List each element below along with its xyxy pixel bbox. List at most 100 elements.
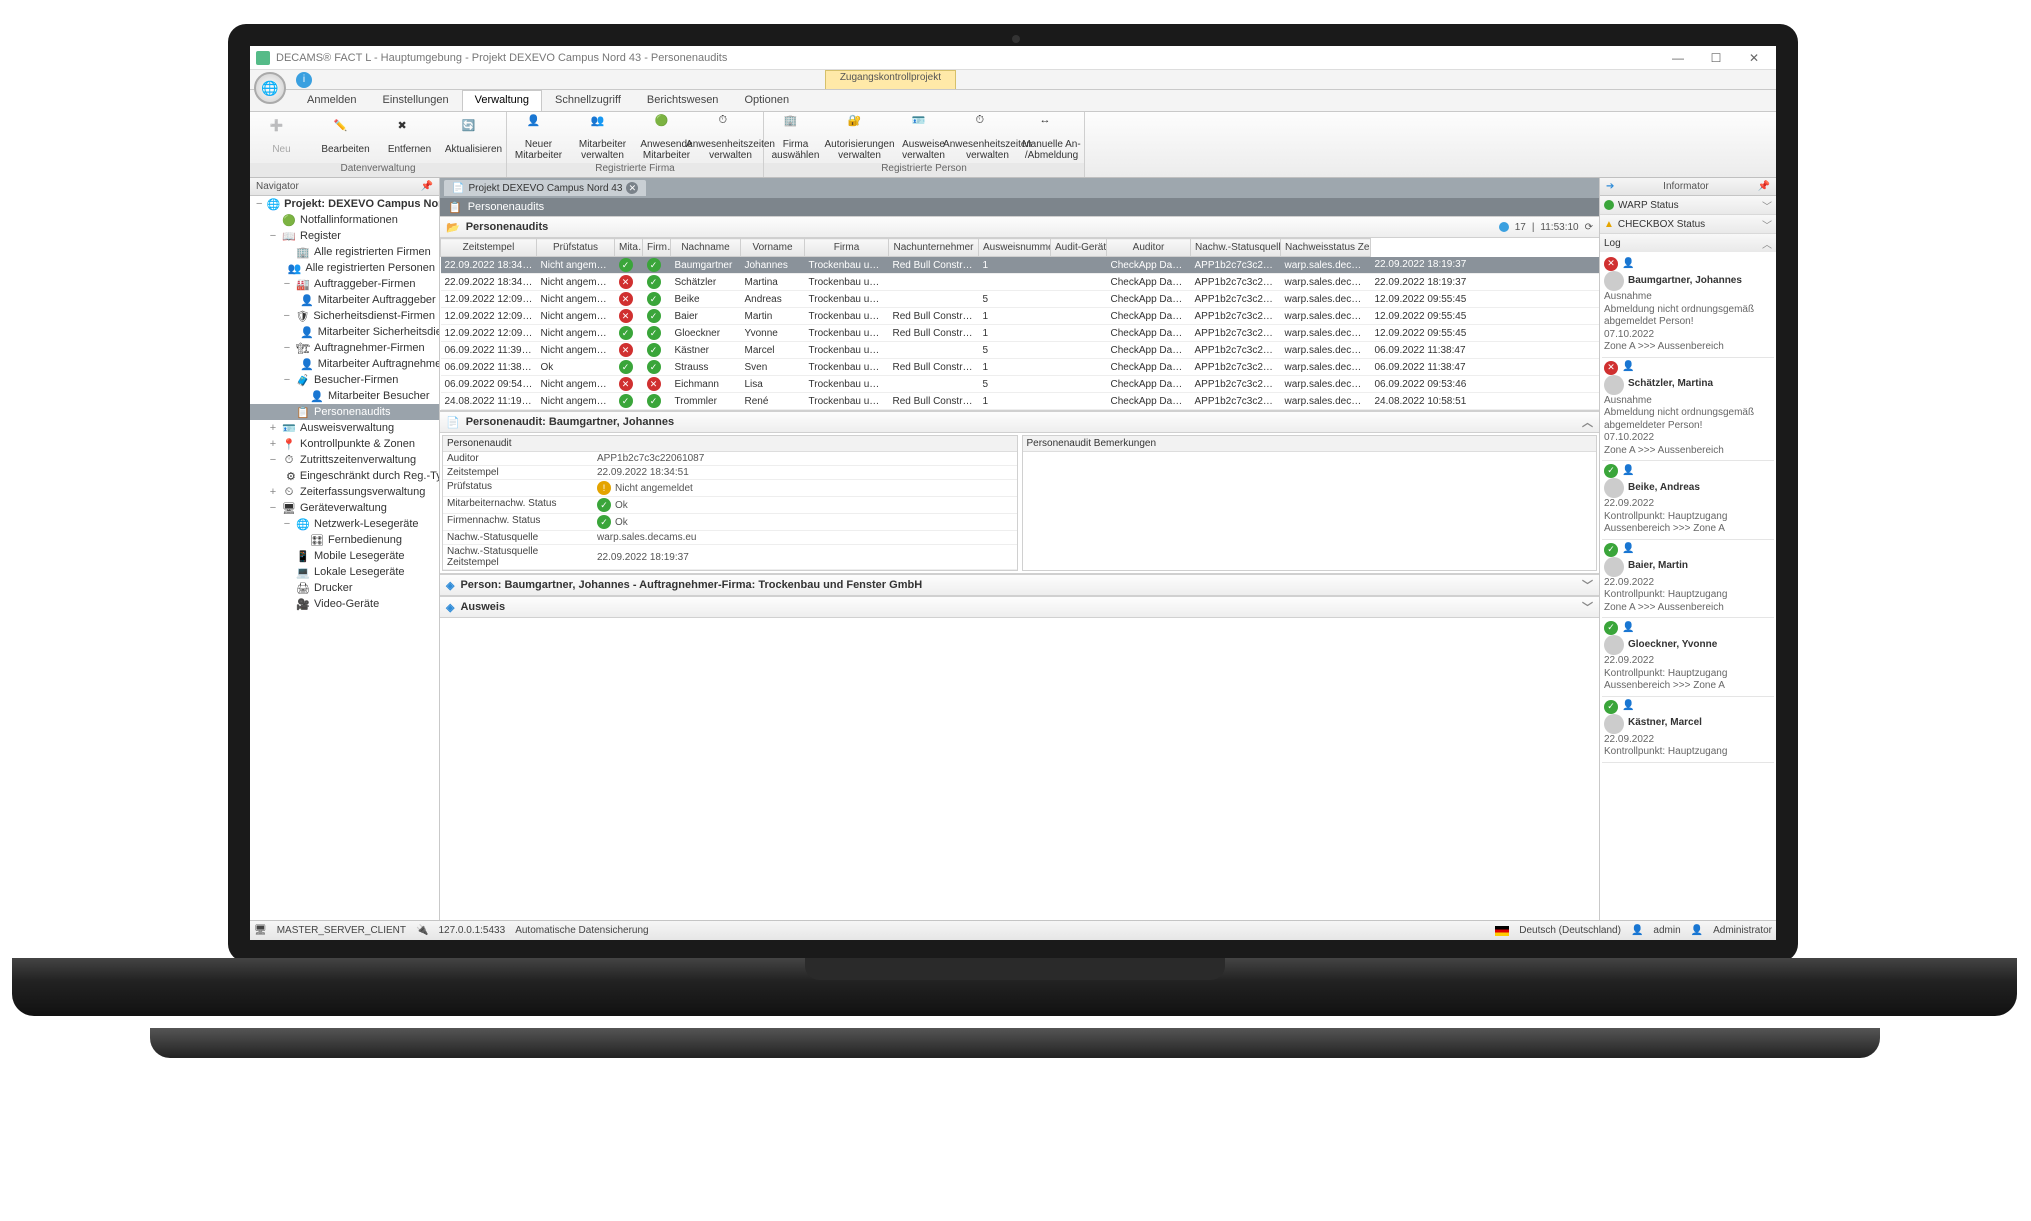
table-row[interactable]: 06.09.2022 11:39:25Nicht angemeldet✕✓Käs… bbox=[441, 342, 1600, 359]
table-row[interactable]: 06.09.2022 09:54:39Nicht angemeldet✕✕Eic… bbox=[441, 376, 1600, 393]
tree-item[interactable]: +📍Kontrollpunkte & Zonen bbox=[250, 436, 439, 452]
log-item[interactable]: ✓ 👤 Gloeckner, Yvonne22.09.2022Kontrollp… bbox=[1602, 618, 1774, 697]
document-tab[interactable]: 📄 Projekt DEXEVO Campus Nord 43 ✕ bbox=[444, 180, 646, 196]
app-logo-icon[interactable]: 🌐 bbox=[254, 72, 286, 104]
tree-item[interactable]: −🛡Sicherheitsdienst-Firmen bbox=[250, 308, 439, 324]
tree-item[interactable]: −🖥Geräteverwaltung bbox=[250, 500, 439, 516]
log-item[interactable]: ✕ 👤 Baumgartner, JohannesAusnahmeAbmeldu… bbox=[1602, 254, 1774, 358]
grid-header[interactable]: Nachunternehmer bbox=[889, 239, 979, 257]
chevron-down-icon[interactable]: ﹀ bbox=[1582, 577, 1593, 593]
ribbon-tab-einstellungen[interactable]: Einstellungen bbox=[370, 90, 462, 111]
tree-item[interactable]: 📱Mobile Lesegeräte bbox=[250, 548, 439, 564]
tree-item[interactable]: 🟢Notfallinformationen bbox=[250, 212, 439, 228]
table-row[interactable]: 12.09.2022 12:09:22Nicht angemeldet✓✓Glo… bbox=[441, 325, 1600, 342]
tree-item[interactable]: 👤Mitarbeiter Sicherheitsdienst bbox=[250, 324, 439, 340]
tree-item[interactable]: 👥Alle registrierten Personen bbox=[250, 260, 439, 276]
toolbar-autor-button[interactable]: 🔐Autorisierungenverwalten bbox=[828, 112, 892, 163]
tree-item[interactable]: 🖨Drucker bbox=[250, 580, 439, 596]
table-row[interactable]: 24.08.2022 11:19:19Nicht angemeldet✓✓Tro… bbox=[441, 393, 1600, 410]
ribbon-tab-optionen[interactable]: Optionen bbox=[731, 90, 802, 111]
tree-item[interactable]: 🏢Alle registrierten Firmen bbox=[250, 244, 439, 260]
grid-header[interactable]: Nachw.-Statusquelle bbox=[1191, 239, 1281, 257]
warp-status-header[interactable]: WARP Status ﹀ bbox=[1600, 196, 1776, 214]
context-tab[interactable]: Zugangskontrollprojekt bbox=[825, 70, 956, 89]
warning-icon: ▲ bbox=[1604, 219, 1614, 230]
pin-icon[interactable]: 📌 bbox=[421, 181, 433, 192]
tree-item[interactable]: 👤Mitarbeiter Auftragnehmer bbox=[250, 356, 439, 372]
pin-icon[interactable]: 📌 bbox=[1758, 181, 1770, 192]
grid-header[interactable]: Nachweisstatus Zeit bbox=[1281, 239, 1371, 257]
tree-item[interactable]: −🏭Auftraggeber-Firmen bbox=[250, 276, 439, 292]
toolbar-anw-zeit2-button[interactable]: ⏱Anwesenheitszeitenverwalten bbox=[956, 112, 1020, 163]
grid-header[interactable]: Ausweisnummer bbox=[979, 239, 1051, 257]
table-row[interactable]: 22.09.2022 18:34:51Nicht angemeldet✓✓Bau… bbox=[441, 257, 1600, 274]
grid-header[interactable]: Firm… bbox=[643, 239, 671, 257]
tree-root[interactable]: −🌐Projekt: DEXEVO Campus Nord 43 bbox=[250, 196, 439, 212]
maximize-button[interactable]: ☐ bbox=[1700, 49, 1732, 67]
tree-item[interactable]: 💻Lokale Lesegeräte bbox=[250, 564, 439, 580]
table-row[interactable]: 22.09.2022 18:34:16Nicht angemeldet✕✓Sch… bbox=[441, 274, 1600, 291]
grid-header[interactable]: Auditor bbox=[1107, 239, 1191, 257]
grid-header[interactable]: Vorname bbox=[741, 239, 805, 257]
section-person-header[interactable]: ◈ Person: Baumgartner, Johannes - Auftra… bbox=[440, 574, 1599, 596]
log-item[interactable]: ✓ 👤 Beike, Andreas22.09.2022Kontrollpunk… bbox=[1602, 461, 1774, 540]
audits-grid[interactable]: ZeitstempelPrüfstatusMita…Firm…NachnameV… bbox=[440, 238, 1599, 411]
tree-label: Mitarbeiter Sicherheitsdienst bbox=[318, 326, 439, 338]
table-row[interactable]: 06.09.2022 11:38:57Ok✓✓StraussSvenTrocke… bbox=[441, 359, 1600, 376]
tree-item[interactable]: −🏗Auftragnehmer-Firmen bbox=[250, 340, 439, 356]
toolbar-firma-aus-button[interactable]: 🏢Firmaauswählen bbox=[764, 112, 828, 163]
chevron-down-icon[interactable]: ﹀ bbox=[1762, 198, 1772, 213]
info-icon[interactable]: i bbox=[296, 72, 312, 88]
tree-item[interactable]: −⏱Zutrittszeitenverwaltung bbox=[250, 452, 439, 468]
minimize-button[interactable]: — bbox=[1662, 49, 1694, 67]
toolbar-ma-verw-button[interactable]: 👥Mitarbeiterverwalten bbox=[571, 112, 635, 163]
tree-item[interactable]: 📋Personenaudits bbox=[250, 404, 439, 420]
chevron-down-icon[interactable]: ﹀ bbox=[1582, 599, 1593, 615]
toolbar-neu-button[interactable]: ➕Neu bbox=[250, 112, 314, 163]
checkbox-status-header[interactable]: ▲ CHECKBOX Status ﹀ bbox=[1600, 215, 1776, 233]
grid-header[interactable]: Firma bbox=[805, 239, 889, 257]
chevron-up-icon[interactable]: ︿ bbox=[1762, 236, 1772, 251]
tree-item[interactable]: 🎛Fernbedienung bbox=[250, 532, 439, 548]
table-row[interactable]: 12.09.2022 12:09:54Nicht angemeldet✕✓Bei… bbox=[441, 291, 1600, 308]
chevron-down-icon[interactable]: ﹀ bbox=[1762, 217, 1772, 232]
ribbon-tab-berichtswesen[interactable]: Berichtswesen bbox=[634, 90, 732, 111]
grid-header[interactable]: Zeitstempel bbox=[441, 239, 537, 257]
tree-item[interactable]: +⏲Zeiterfassungsverwaltung bbox=[250, 484, 439, 500]
toolbar-bearbeiten-button[interactable]: ✏️Bearbeiten bbox=[314, 112, 378, 163]
grid-header[interactable]: Nachname bbox=[671, 239, 741, 257]
tab-close-icon[interactable]: ✕ bbox=[626, 182, 638, 194]
table-row[interactable]: 12.09.2022 12:09:49Nicht angemeldet✕✓Bai… bbox=[441, 308, 1600, 325]
toolbar-entfernen-button[interactable]: ✖Entfernen bbox=[378, 112, 442, 163]
tab-label: Projekt DEXEVO Campus Nord 43 bbox=[468, 183, 622, 194]
tree-item[interactable]: −🧳Besucher-Firmen bbox=[250, 372, 439, 388]
grid-header[interactable]: Audit-Gerät bbox=[1051, 239, 1107, 257]
log-item[interactable]: ✕ 👤 Schätzler, MartinaAusnahmeAbmeldung … bbox=[1602, 358, 1774, 462]
status-lang[interactable]: Deutsch (Deutschland) bbox=[1519, 925, 1621, 936]
toolbar-aktual-button[interactable]: 🔄Aktualisieren bbox=[442, 112, 506, 163]
log-header[interactable]: Log ︿ bbox=[1600, 234, 1776, 252]
section-ausweis-header[interactable]: ◈ Ausweis ﹀ bbox=[440, 596, 1599, 618]
tree-item[interactable]: −🌐Netzwerk-Lesegeräte bbox=[250, 516, 439, 532]
tree-item[interactable]: 👤Mitarbeiter Auftraggeber bbox=[250, 292, 439, 308]
tree-item[interactable]: −📖Register bbox=[250, 228, 439, 244]
toolbar-neuer-ma-button[interactable]: 👤NeuerMitarbeiter bbox=[507, 112, 571, 163]
tree-item[interactable]: 🎥Video-Geräte bbox=[250, 596, 439, 612]
tree-item[interactable]: 👤Mitarbeiter Besucher bbox=[250, 388, 439, 404]
toolbar-anw-zeit1-button[interactable]: ⏱Anwesenheitszeitenverwalten bbox=[699, 112, 763, 163]
tree-item[interactable]: ⚙Eingeschränkt durch Reg.-Typ bbox=[250, 468, 439, 484]
log-item[interactable]: ✓ 👤 Baier, Martin22.09.2022Kontrollpunkt… bbox=[1602, 540, 1774, 619]
section-detail-header[interactable]: 📄 Personenaudit: Baumgartner, Johannes ︿ bbox=[440, 411, 1599, 433]
chevron-up-icon[interactable]: ︿ bbox=[1582, 414, 1593, 430]
tree-item[interactable]: +🪪Ausweisverwaltung bbox=[250, 420, 439, 436]
close-button[interactable]: ✕ bbox=[1738, 49, 1770, 67]
ribbon-tab-anmelden[interactable]: Anmelden bbox=[294, 90, 370, 111]
section-personenaudits-header[interactable]: 📂 Personenaudits 17 | 11:53:10 ⟳ bbox=[440, 216, 1599, 238]
log-item[interactable]: ✓ 👤 Kästner, Marcel22.09.2022Kontrollpun… bbox=[1602, 697, 1774, 763]
ribbon-tab-verwaltung[interactable]: Verwaltung bbox=[462, 90, 542, 111]
ribbon-tab-schnellzugriff[interactable]: Schnellzugriff bbox=[542, 90, 634, 111]
grid-header[interactable]: Prüfstatus bbox=[537, 239, 615, 257]
grid-header[interactable]: Mita… bbox=[615, 239, 643, 257]
toolbar-man-an-button[interactable]: ↔Manuelle An-/Abmeldung bbox=[1020, 112, 1084, 163]
refresh-icon[interactable]: ⟳ bbox=[1585, 222, 1593, 233]
